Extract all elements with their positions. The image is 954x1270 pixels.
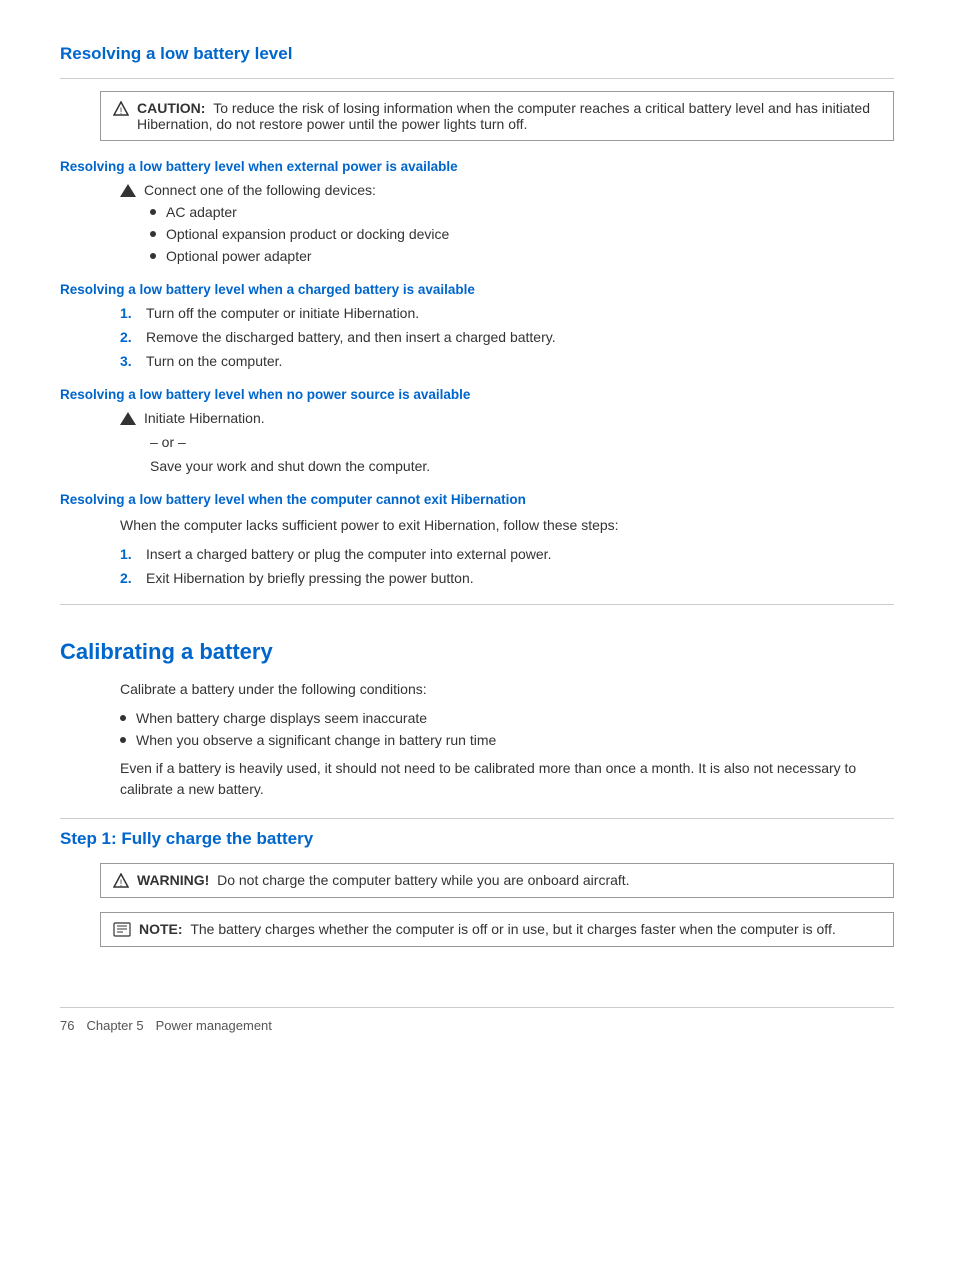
bullet-dot-icon [150,253,156,259]
arrow-text: Connect one of the following devices: [144,182,376,198]
bullet-dot-icon [150,209,156,215]
subsection-charged-battery: Resolving a low battery level when a cha… [60,282,894,369]
step1-title: Step 1: Fully charge the battery [60,829,894,853]
list-item: When battery charge displays seem inaccu… [120,710,894,726]
subsection-cannot-exit: Resolving a low battery level when the c… [60,492,894,586]
list-item: 2. Exit Hibernation by briefly pressing … [120,570,894,586]
step-text: Turn on the computer. [146,353,282,369]
calibrating-intro: Calibrate a battery under the following … [120,679,894,700]
or-alternative-text: Save your work and shut down the compute… [150,458,894,474]
subsection-intro: When the computer lacks sufficient power… [120,515,894,536]
footer-chapter-title: Power management [156,1018,272,1033]
bullet-text: When you observe a significant change in… [136,732,496,748]
svg-text:!: ! [120,106,123,116]
svg-text:!: ! [120,878,123,888]
calibrating-section: Calibrating a battery Calibrate a batter… [60,604,894,800]
warning-text: Do not charge the computer battery while… [217,872,629,888]
footer: 76 Chapter 5 Power management [60,1007,894,1033]
triangle-icon [120,412,136,425]
step-text: Turn off the computer or initiate Hibern… [146,305,419,321]
note-icon [113,922,131,938]
bullet-dot-icon [120,715,126,721]
bullet-text: AC adapter [166,204,237,220]
calibrating-title: Calibrating a battery [60,639,894,669]
list-item: 1. Insert a charged battery or plug the … [120,546,894,562]
step-number: 3. [120,353,138,369]
subsection-cannot-exit-heading: Resolving a low battery level when the c… [60,492,894,507]
bullet-list-external: AC adapter Optional expansion product or… [150,204,894,264]
bullet-text: Optional expansion product or docking de… [166,226,449,242]
step-number: 2. [120,570,138,586]
numbered-list-cannot-exit: 1. Insert a charged battery or plug the … [120,546,894,586]
numbered-list-charged: 1. Turn off the computer or initiate Hib… [120,305,894,369]
step-text: Insert a charged battery or plug the com… [146,546,551,562]
arrow-bullet-initiate: Initiate Hibernation. [120,410,894,426]
list-item: When you observe a significant change in… [120,732,894,748]
subsection-external-power: Resolving a low battery level when exter… [60,159,894,264]
step-number: 2. [120,329,138,345]
caution-text: To reduce the risk of losing information… [137,100,870,132]
list-item: 2. Remove the discharged battery, and th… [120,329,894,345]
list-item: Optional expansion product or docking de… [150,226,894,242]
subsection-charged-battery-heading: Resolving a low battery level when a cha… [60,282,894,297]
step-number: 1. [120,546,138,562]
note-text: The battery charges whether the computer… [190,921,835,937]
main-section-title: Resolving a low battery level [60,44,894,79]
note-label: NOTE: [139,921,183,937]
or-label: – or – [150,434,894,450]
warning-box: ! WARNING! Do not charge the computer ba… [100,863,894,898]
step1-section: Step 1: Fully charge the battery ! WARNI… [60,818,894,947]
warning-label: WARNING! [137,872,209,888]
bullet-dot-icon [150,231,156,237]
step-text: Remove the discharged battery, and then … [146,329,556,345]
step-number: 1. [120,305,138,321]
footer-chapter: Chapter 5 [86,1018,143,1033]
footer-page-number: 76 [60,1018,74,1033]
list-item: 3. Turn on the computer. [120,353,894,369]
caution-label: CAUTION: [137,100,205,116]
list-item: 1. Turn off the computer or initiate Hib… [120,305,894,321]
step-text: Exit Hibernation by briefly pressing the… [146,570,474,586]
calibrating-bullets: When battery charge displays seem inaccu… [120,710,894,748]
calibrating-note-text: Even if a battery is heavily used, it sh… [120,758,894,800]
list-item: Optional power adapter [150,248,894,264]
subsection-external-power-heading: Resolving a low battery level when exter… [60,159,894,174]
arrow-text: Initiate Hibernation. [144,410,265,426]
caution-triangle-icon: ! [113,101,129,117]
caution-box: ! CAUTION: To reduce the risk of losing … [100,91,894,141]
arrow-bullet-item: Connect one of the following devices: [120,182,894,198]
bullet-text: Optional power adapter [166,248,312,264]
list-item: AC adapter [150,204,894,220]
triangle-icon [120,184,136,197]
warning-triangle-icon: ! [113,873,129,889]
subsection-no-power-source: Resolving a low battery level when no po… [60,387,894,474]
bullet-dot-icon [120,737,126,743]
note-box: NOTE: The battery charges whether the co… [100,912,894,947]
subsection-no-power-heading: Resolving a low battery level when no po… [60,387,894,402]
bullet-text: When battery charge displays seem inaccu… [136,710,427,726]
